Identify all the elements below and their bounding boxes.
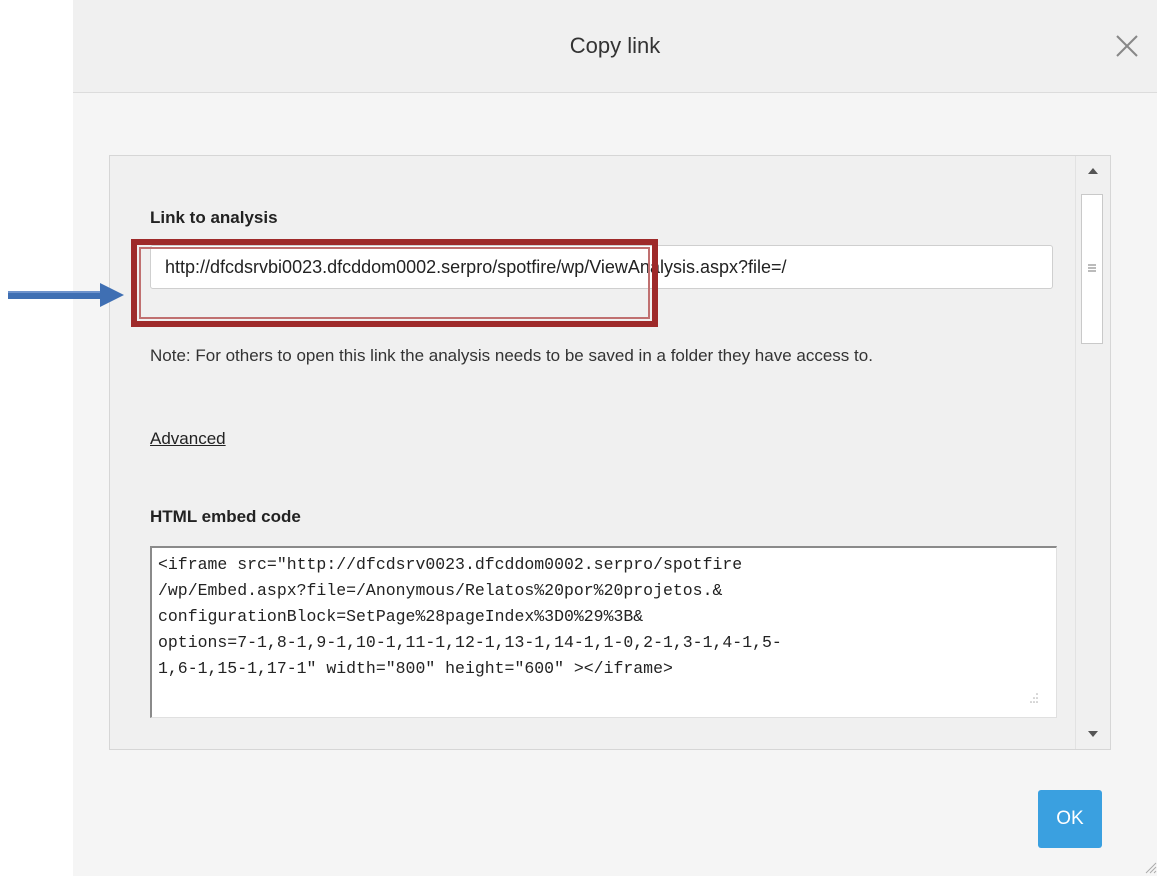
resize-grip-icon[interactable] <box>1027 692 1039 704</box>
dialog-body: Link to analysis http://dfcdsrvbi0023.df… <box>73 93 1157 876</box>
grip-icon <box>1088 264 1096 272</box>
copy-link-dialog: Copy link Link to analysis http://dfcdsr… <box>73 0 1157 876</box>
vertical-scrollbar[interactable] <box>1075 156 1110 749</box>
link-section-label: Link to analysis <box>150 208 278 227</box>
annotation-arrow-icon <box>8 283 124 307</box>
link-note: Note: For others to open this link the a… <box>150 346 873 365</box>
embed-code-textarea[interactable]: <iframe src="http://dfcdsrv0023.dfcddom0… <box>150 546 1057 718</box>
embed-section-label: HTML embed code <box>150 507 301 526</box>
close-icon[interactable] <box>1113 32 1141 60</box>
dialog-title: Copy link <box>569 33 661 58</box>
window-resize-icon[interactable] <box>1144 861 1157 874</box>
scroll-up-icon[interactable] <box>1086 166 1100 176</box>
advanced-link[interactable]: Advanced <box>150 429 226 449</box>
scroll-panel: Link to analysis http://dfcdsrvbi0023.df… <box>109 155 1111 750</box>
link-url-field[interactable]: http://dfcdsrvbi0023.dfcddom0002.serpro/… <box>150 245 1053 289</box>
dialog-header: Copy link <box>73 0 1157 93</box>
scroll-thumb[interactable] <box>1081 194 1103 344</box>
ok-button[interactable]: OK <box>1038 790 1102 848</box>
scroll-down-icon[interactable] <box>1086 729 1100 739</box>
